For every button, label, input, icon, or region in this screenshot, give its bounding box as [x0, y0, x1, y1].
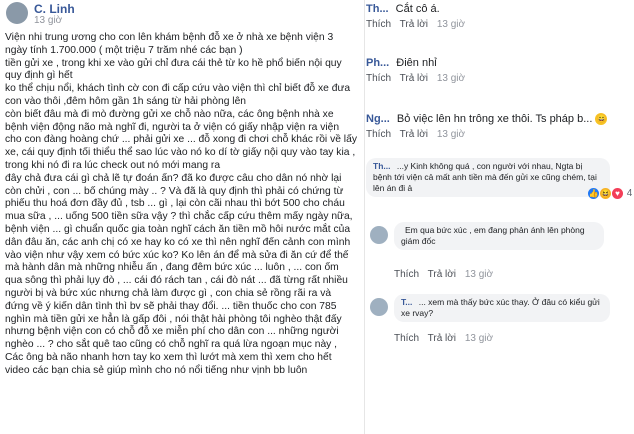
commenter-avatar[interactable] — [370, 226, 388, 244]
like-icon: 👍 — [588, 188, 599, 199]
comment-text: ...y Kinh không quá , con người với nhau… — [373, 161, 597, 193]
post-paragraph: đây chả đưa cái gì chả lẽ tự đoán ấn? đã… — [5, 172, 353, 351]
grin-emoji-icon: 😄 — [595, 113, 608, 126]
comment-author[interactable]: T... — [401, 297, 412, 307]
love-icon: ♥ — [612, 188, 623, 199]
like-action[interactable]: Thích — [394, 269, 419, 280]
comment-time[interactable]: 13 giờ — [465, 269, 493, 280]
comment-text: Em qua bức xúc , em đang phản ánh lên ph… — [401, 225, 585, 246]
comment-text: ... xem mà thấy bức xúc thay. Ở đâu có k… — [401, 297, 600, 318]
reaction-count: 4 — [626, 188, 633, 200]
comment-actions: Thích Trả lời 13 giờ — [394, 333, 499, 344]
like-action[interactable]: Thích — [366, 129, 391, 140]
author-avatar[interactable] — [6, 2, 28, 24]
comment-text: Bỏ việc lên hn trông xe thôi. Ts pháp b.… — [396, 113, 593, 125]
comment-actions: Thích Trả lời 13 giờ — [394, 269, 499, 280]
comment: Ph... Điên nhỉ Thích Trả lời 13 giờ — [366, 56, 634, 84]
comment-actions: Thích Trả lời 13 giờ — [366, 129, 634, 140]
comment-time[interactable]: 13 giờ — [465, 333, 493, 344]
post-paragraph: Các ông bà não nhanh hơn tay ko xem thì … — [5, 351, 332, 376]
post-body: Viện nhi trung ương cho con lên khám bện… — [5, 32, 357, 378]
comment: Ng... Bỏ việc lên hn trông xe thôi. Ts p… — [366, 112, 634, 140]
reply-bubble: Th... ...y Kinh không quá , con người vớ… — [366, 158, 610, 197]
post-time[interactable]: 13 giờ — [34, 15, 62, 26]
comment-author[interactable]: Th... — [366, 3, 389, 15]
comment-author[interactable]: Ng... — [366, 113, 390, 125]
comment-text: Điên nhỉ — [396, 57, 437, 69]
comment-bubble: T... ... xem mà thấy bức xúc thay. Ở đâu… — [394, 294, 610, 322]
comment-time[interactable]: 13 giờ — [437, 73, 465, 84]
post-paragraph: còn biết đâu mà đi mò đường gửi xe chỗ n… — [5, 108, 357, 171]
comment-actions: Thích Trả lời 13 giờ — [366, 19, 634, 30]
comment-author[interactable]: Th... — [373, 161, 390, 171]
like-action[interactable]: Thích — [394, 333, 419, 344]
column-divider — [364, 0, 365, 434]
comment-time[interactable]: 13 giờ — [437, 19, 465, 30]
reply-action[interactable]: Trả lời — [428, 269, 456, 280]
comment-time[interactable]: 13 giờ — [437, 129, 465, 140]
reply-action[interactable]: Trả lời — [400, 129, 428, 140]
reply-action[interactable]: Trả lời — [428, 333, 456, 344]
comment-text: Cắt cô á. — [395, 3, 440, 15]
post-paragraph: ko thể chịu nổi, khách tình cờ con đi cấ… — [5, 83, 351, 107]
reply-action[interactable]: Trả lời — [400, 19, 428, 30]
haha-icon: 😆 — [600, 188, 611, 199]
comment: Th... Cắt cô á. Thích Trả lời 13 giờ — [366, 2, 634, 30]
commenter-avatar[interactable] — [370, 298, 388, 316]
comment-bubble: Em qua bức xúc , em đang phản ánh lên ph… — [394, 222, 604, 250]
author-name[interactable]: C. Linh — [34, 2, 75, 16]
comment-actions: Thích Trả lời 13 giờ — [366, 73, 634, 84]
reaction-summary[interactable]: 👍 😆 ♥ 4 — [588, 188, 632, 199]
post-paragraph: tiền gửi xe , trong khi xe vào gửi chỉ đ… — [5, 57, 342, 82]
post-paragraph: Viện nhi trung ương cho con lên khám bện… — [5, 32, 334, 56]
comment-author[interactable]: Ph... — [366, 57, 389, 69]
like-action[interactable]: Thích — [366, 19, 391, 30]
comments-panel: Th... Cắt cô á. Thích Trả lời 13 giờ Ph.… — [366, 0, 634, 434]
like-action[interactable]: Thích — [366, 73, 391, 84]
reply-action[interactable]: Trả lời — [400, 73, 428, 84]
post: C. Linh 13 giờ Viện nhi trung ương cho c… — [0, 0, 362, 434]
